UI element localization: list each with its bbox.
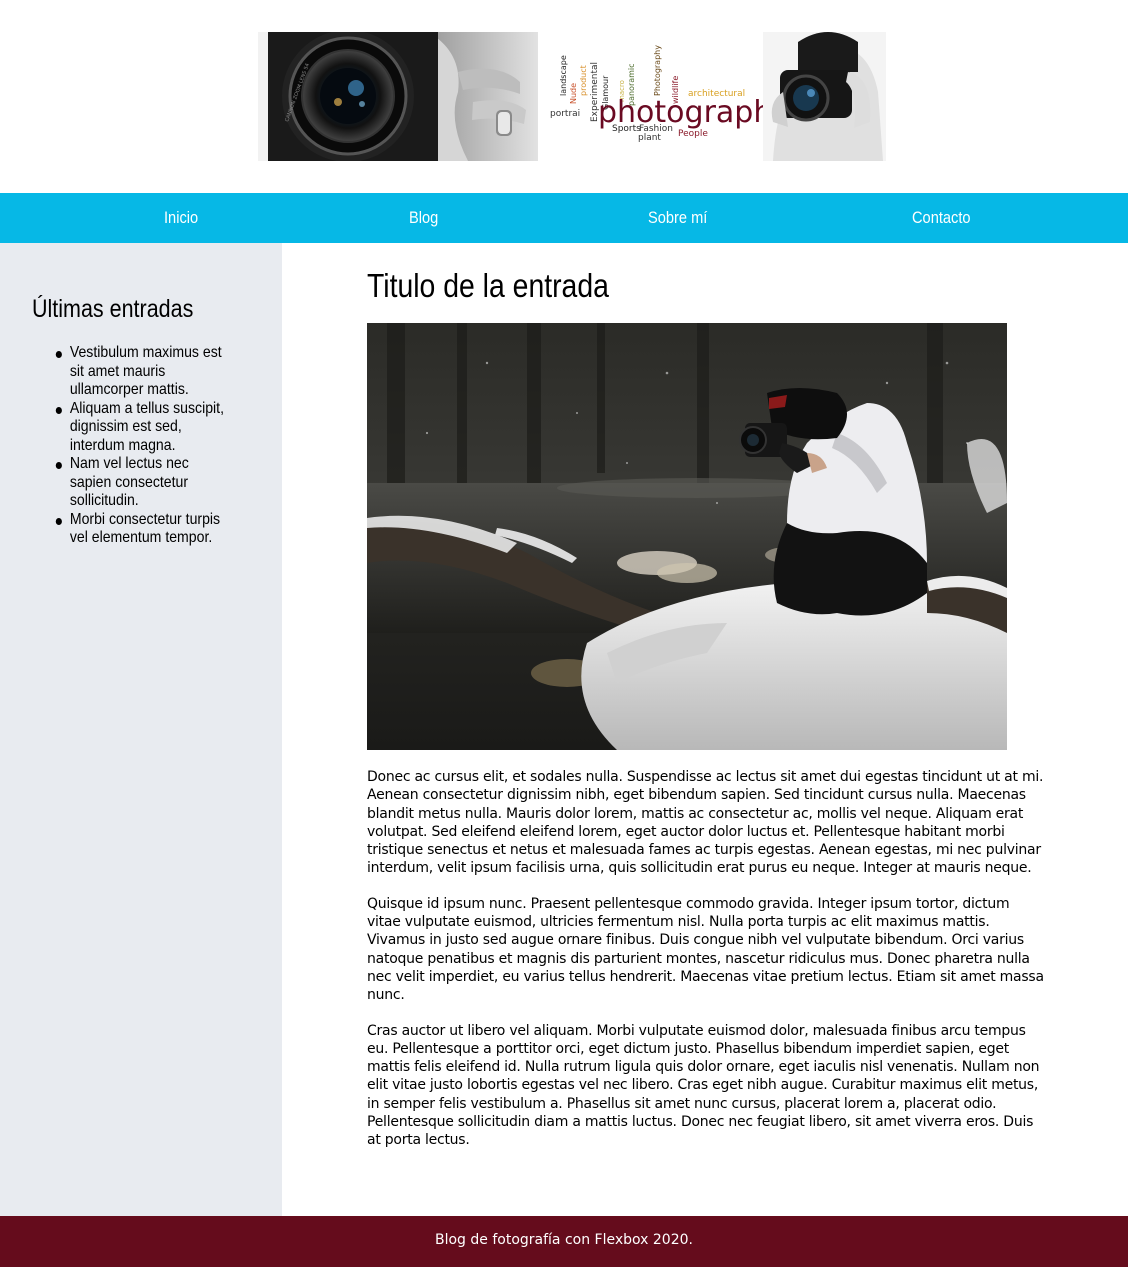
post-image [367,323,1007,750]
banner-word-landscape: landscape [559,55,568,96]
post-body: Donec ac cursus elit, et sodales nulla. … [367,768,1047,1167]
sidebar-title: Últimas entradas [32,295,194,323]
site-footer: Blog de fotografía con Flexbox 2020. [0,1216,1128,1267]
nav-link-inicio[interactable]: Inicio [164,193,198,243]
post-paragraph: Quisque id ipsum nunc. Praesent pellente… [367,895,1044,1004]
latest-post-item[interactable]: Vestibulum maximus est sit amet mauris u… [54,344,230,400]
banner-word-sports: Sports [612,124,641,134]
site-header: CANNON ZOOM LENS 54 landscape portrai Nu… [0,0,1128,193]
nav-link-sobre-mi[interactable]: Sobre mí [648,193,707,243]
post-paragraph: Donec ac cursus elit, et sodales nulla. … [367,769,1044,877]
banner-word-nude: Nude [569,83,578,104]
header-banner-image: CANNON ZOOM LENS 54 landscape portrai Nu… [258,32,886,161]
latest-post-item[interactable]: Morbi consectetur turpis vel elementum t… [54,511,230,548]
banner-word-photography-small: Photography [653,45,662,96]
nav-link-blog[interactable]: Blog [409,193,438,243]
banner-word-portrai: portrai [550,109,580,119]
latest-post-item[interactable]: Aliquam a tellus suscipit, dignissim est… [54,400,230,456]
banner-word-plant: plant [638,133,661,143]
footer-text: Blog de fotografía con Flexbox 2020. [435,1232,693,1248]
latest-posts-list: Vestibulum maximus est sit amet mauris u… [54,344,294,548]
latest-post-item[interactable]: Nam vel lectus nec sapien consectetur so… [54,455,230,511]
post-content: Titulo de la entrada Donec ac cursus eli… [282,243,1128,1216]
banner-word-people: People [678,129,708,139]
main-nav: Inicio Blog Sobre mí Contacto [0,193,1128,243]
banner-word-product: product [579,65,588,96]
post-title: Titulo de la entrada [367,267,609,304]
nav-link-contacto[interactable]: Contacto [912,193,971,243]
sidebar: Últimas entradas Vestibulum maximus est … [0,243,282,1216]
post-paragraph: Cras auctor ut libero vel aliquam. Morbi… [367,1022,1040,1149]
